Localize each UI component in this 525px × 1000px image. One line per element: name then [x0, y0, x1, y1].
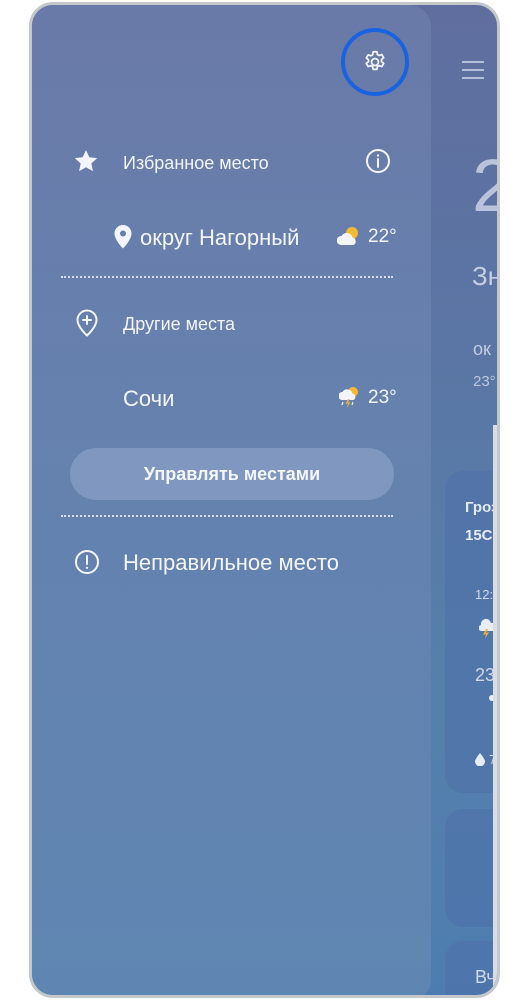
wrong-location-label: Неправильное место: [123, 550, 339, 575]
raindrop-icon: [475, 753, 485, 766]
forecast-card[interactable]: [445, 809, 497, 927]
hour-label: 12:: [475, 587, 494, 602]
location-title-partial: Зн: [472, 261, 500, 291]
add-location-icon: [76, 309, 98, 337]
wrong-location-item[interactable]: Неправильное место: [32, 541, 431, 583]
card-subtitle: 15С: [465, 527, 493, 544]
alert-icon: [74, 549, 100, 575]
favorites-section-label: Избранное место: [123, 153, 269, 173]
location-name: Сочи: [123, 386, 175, 411]
hourly-forecast-card[interactable]: Гроз 15С 12: 23 7: [445, 471, 497, 793]
location-temperature: 23°: [368, 387, 397, 408]
gear-icon: [362, 49, 388, 75]
section-divider: [61, 276, 393, 278]
hamburger-menu-icon[interactable]: [462, 61, 484, 85]
location-pin-icon: [114, 225, 132, 249]
star-icon: [73, 149, 99, 174]
info-icon[interactable]: [365, 148, 391, 174]
thunderstorm-icon: [339, 386, 361, 408]
screen-edge: [493, 425, 497, 995]
manage-locations-button[interactable]: Управлять местами: [70, 448, 394, 500]
partly-cloudy-icon: [337, 226, 361, 246]
forecast-card[interactable]: Вч: [445, 941, 497, 995]
location-name: округ Нагорный: [140, 225, 300, 250]
weather-description-partial: ок: [473, 339, 491, 359]
locations-drawer: Избранное место округ Нагорный 22° Други…: [32, 5, 431, 995]
location-temperature: 22°: [368, 226, 397, 247]
section-divider: [61, 515, 393, 517]
feels-like-partial: 23°: [473, 373, 496, 390]
other-places-section-label: Другие места: [123, 314, 236, 334]
location-item-favorite[interactable]: округ Нагорный 22°: [32, 217, 431, 257]
location-item-other[interactable]: Сочи 23°: [32, 378, 431, 418]
settings-button[interactable]: [341, 28, 409, 96]
current-temperature: 2: [472, 143, 497, 228]
phone-screen: 2 Зн ок 23° Гроз 15С 12: 23 7 Вч: [29, 2, 500, 998]
